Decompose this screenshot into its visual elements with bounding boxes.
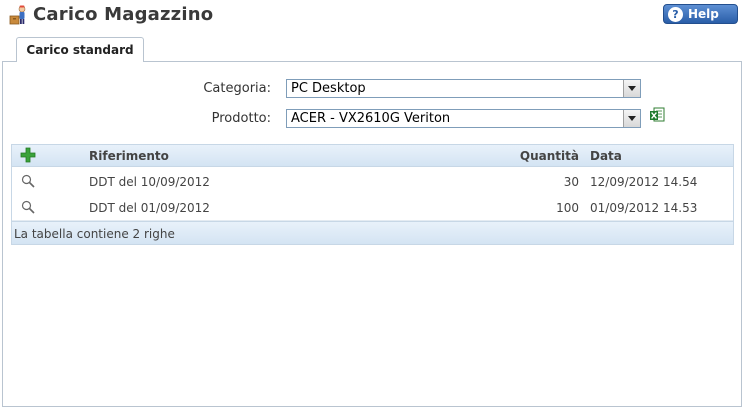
table-footer: La tabella contiene 2 righe	[12, 221, 733, 244]
data-table: Riferimento Quantità Data DDT del 10/09/…	[11, 144, 734, 245]
category-row: Categoria: PC Desktop	[3, 79, 743, 99]
tab-carico-standard[interactable]: Carico standard	[16, 37, 144, 62]
tab-panel: Categoria: PC Desktop Prodotto: ACER - V…	[2, 61, 742, 407]
chevron-down-icon	[623, 80, 640, 97]
category-select[interactable]: PC Desktop	[286, 79, 641, 98]
cell-date: 01/09/2012 14.53	[590, 201, 698, 215]
cell-quantity: 30	[563, 175, 579, 189]
column-header-date[interactable]: Data	[590, 149, 622, 163]
cell-date: 12/09/2012 14.54	[590, 175, 698, 189]
help-button[interactable]: ? Help	[663, 4, 738, 24]
table-row[interactable]: DDT del 01/09/2012 100 01/09/2012 14.53	[12, 194, 733, 221]
plus-icon[interactable]	[20, 147, 36, 163]
cell-quantity: 100	[556, 201, 579, 215]
product-selected-value: ACER - VX2610G Veriton	[291, 111, 451, 126]
product-select[interactable]: ACER - VX2610G Veriton	[286, 109, 641, 128]
help-label: Help	[688, 7, 719, 21]
page-header: Carico Magazzino ? Help	[0, 0, 744, 32]
column-header-quantity[interactable]: Quantità	[520, 149, 579, 163]
row-count-text: La tabella contiene 2 righe	[14, 227, 175, 241]
product-row: Prodotto: ACER - VX2610G Veriton	[3, 107, 743, 129]
excel-icon[interactable]	[649, 107, 665, 123]
magnifier-icon[interactable]	[21, 200, 35, 214]
category-label: Categoria:	[203, 81, 271, 96]
help-icon: ?	[668, 6, 683, 22]
column-header-reference[interactable]: Riferimento	[89, 149, 169, 163]
chevron-down-icon	[623, 110, 640, 127]
table-row[interactable]: DDT del 10/09/2012 30 12/09/2012 14.54	[12, 168, 733, 195]
magnifier-icon[interactable]	[21, 174, 35, 188]
product-label: Prodotto:	[211, 111, 271, 126]
cell-reference: DDT del 10/09/2012	[89, 175, 210, 189]
table-header: Riferimento Quantità Data	[12, 145, 733, 167]
category-selected-value: PC Desktop	[291, 81, 366, 96]
warehouse-worker-icon	[9, 5, 26, 25]
cell-reference: DDT del 01/09/2012	[89, 201, 210, 215]
page-title: Carico Magazzino	[33, 4, 214, 25]
